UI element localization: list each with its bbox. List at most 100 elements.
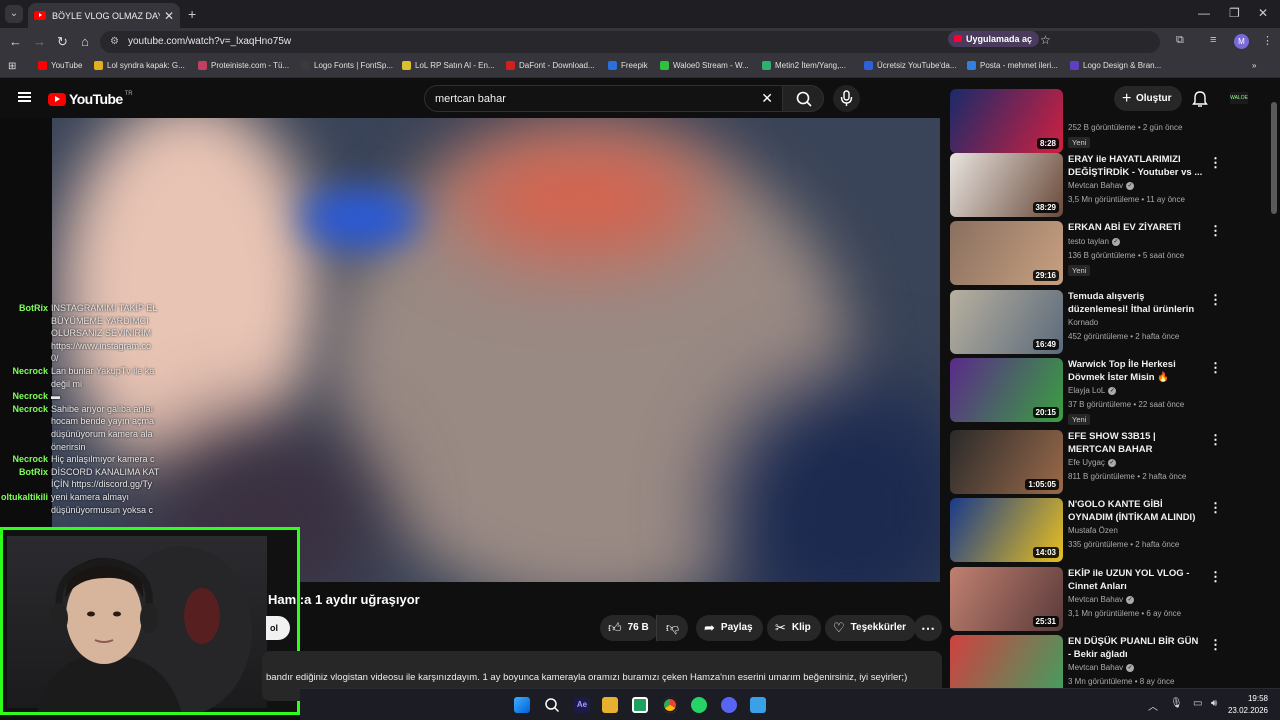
more-actions-button[interactable]: ⋯ bbox=[914, 615, 942, 641]
active-tab[interactable]: BÖYLE VLOG OLMAZ DAYI MISIN ✕ bbox=[28, 3, 180, 28]
chrome-icon[interactable] bbox=[662, 697, 678, 713]
extensions-icon[interactable]: ⧉ bbox=[1176, 34, 1184, 47]
share-button[interactable]: ➦ Paylaş bbox=[696, 615, 763, 641]
hamburger-menu-icon[interactable] bbox=[18, 92, 31, 102]
search-icon[interactable] bbox=[544, 697, 560, 713]
close-tab-icon[interactable]: ✕ bbox=[164, 9, 174, 23]
site-info-icon[interactable]: ⚙ bbox=[110, 36, 119, 47]
video-thumbnail[interactable]: 16:49 bbox=[950, 290, 1063, 354]
search-input[interactable]: mertcan bahar bbox=[435, 93, 506, 105]
recommendation-title[interactable]: ERAY ile HAYATLARIMIZI DEĞİŞTİRDİK - You… bbox=[1068, 153, 1204, 179]
recommendation-card[interactable]: 8:28 252 B görüntüleme • 2 gün önce Yeni bbox=[950, 89, 1270, 153]
close-window-icon[interactable]: ✕ bbox=[1258, 6, 1268, 20]
recommendation-card[interactable]: 14:03 N'GOLO KANTE GİBİ OYNADIM (İNTİKAM … bbox=[950, 498, 1270, 562]
channel-name[interactable]: testo taylan ✓ bbox=[1068, 237, 1120, 246]
recommendation-card[interactable]: 20:15 Warwick Top İle Herkesi Dövmek İste… bbox=[950, 358, 1270, 425]
back-icon[interactable]: ← bbox=[9, 34, 22, 49]
after-effects-icon[interactable]: Ae bbox=[574, 697, 590, 713]
more-options-icon[interactable]: ⋮ bbox=[1209, 569, 1222, 585]
app-icon[interactable] bbox=[632, 697, 648, 713]
search-button[interactable] bbox=[782, 85, 824, 112]
recommendation-card[interactable]: 29:16 ERKAN ABİ EV ZİYARETİ testo taylan ✓ 1… bbox=[950, 221, 1270, 285]
restore-icon[interactable]: ❐ bbox=[1229, 6, 1240, 20]
search-box[interactable]: mertcan bahar ✕ bbox=[424, 85, 784, 112]
recommendation-title[interactable]: N'GOLO KANTE GİBİ OYNADIM (İNTİKAM ALIND… bbox=[1068, 498, 1204, 524]
system-clock[interactable]: 19:58 23.02.2026 bbox=[1228, 693, 1268, 717]
thanks-button[interactable]: ♡ Teşekkürler bbox=[825, 615, 917, 641]
recommendation-card[interactable]: 1:05:05 EFE SHOW S3B15 | MERTCAN BAHAR Efe… bbox=[950, 430, 1270, 494]
tray-mic-icon[interactable]: 🎙︎ bbox=[1170, 698, 1183, 709]
channel-name[interactable]: Kornado bbox=[1068, 318, 1098, 327]
file-explorer-icon[interactable] bbox=[602, 697, 618, 713]
menu-kebab-icon[interactable]: ⋮ bbox=[1262, 34, 1273, 47]
bookmark-item[interactable]: Posta - mehmet ileri... bbox=[967, 61, 1058, 70]
tab-search-dropdown[interactable]: ⌄ bbox=[5, 5, 23, 23]
bookmark-item[interactable]: Freepik bbox=[608, 61, 648, 70]
voice-search-button[interactable] bbox=[833, 85, 860, 112]
more-options-icon[interactable]: ⋮ bbox=[1209, 292, 1222, 308]
channel-name[interactable]: Mevtcan Bahav ✓ bbox=[1068, 663, 1135, 672]
video-thumbnail[interactable]: 20:15 bbox=[950, 358, 1063, 422]
recommendation-title[interactable]: Warwick Top İle Herkesi Dövmek İster Mis… bbox=[1068, 358, 1204, 384]
more-options-icon[interactable]: ⋮ bbox=[1209, 637, 1222, 653]
video-thumbnail[interactable]: 29:16 bbox=[950, 221, 1063, 285]
tray-volume-icon[interactable]: 🔊︎ bbox=[1211, 698, 1217, 709]
scrollbar-thumb[interactable] bbox=[1271, 102, 1277, 214]
tray-chevron-icon[interactable]: ︿ bbox=[1148, 698, 1158, 713]
url-text[interactable]: youtube.com/watch?v=_lxaqHno75w bbox=[128, 36, 291, 47]
channel-name[interactable]: Efe Uygaç ✓ bbox=[1068, 458, 1116, 467]
clear-search-icon[interactable]: ✕ bbox=[761, 90, 773, 107]
bookmark-item[interactable]: Waloe0 Stream - W... bbox=[660, 61, 749, 70]
profile-avatar[interactable]: M bbox=[1234, 34, 1249, 49]
bookmark-item[interactable]: DaFont - Download... bbox=[506, 61, 595, 70]
recommendation-title[interactable]: EFE SHOW S3B15 | MERTCAN BAHAR bbox=[1068, 430, 1204, 456]
forward-icon[interactable]: → bbox=[33, 34, 46, 49]
apps-grid-icon[interactable]: ⊞ bbox=[8, 61, 16, 72]
more-options-icon[interactable]: ⋮ bbox=[1209, 500, 1222, 516]
video-thumbnail[interactable]: 25:31 bbox=[950, 567, 1063, 631]
channel-name[interactable]: Mevtcan Bahav ✓ bbox=[1068, 181, 1135, 190]
whatsapp-icon[interactable] bbox=[691, 697, 707, 713]
bookmarks-overflow-icon[interactable]: » bbox=[1252, 61, 1256, 70]
more-options-icon[interactable]: ⋮ bbox=[1209, 432, 1222, 448]
video-thumbnail[interactable]: 1:05:05 bbox=[950, 430, 1063, 494]
minimize-icon[interactable]: — bbox=[1198, 6, 1210, 20]
notepad-icon[interactable] bbox=[750, 697, 766, 713]
open-in-app-button[interactable]: Uygulamada aç bbox=[948, 31, 1040, 47]
subscribe-button[interactable]: ol bbox=[266, 616, 290, 640]
clip-button[interactable]: ✂ Klip bbox=[767, 615, 821, 641]
recommendation-card[interactable]: 16:49 Temuda alışveriş düzenlemesi! İthal… bbox=[950, 290, 1270, 354]
recommendation-title[interactable]: EN DÜŞÜK PUANLI BİR GÜN - Bekir ağladı bbox=[1068, 635, 1204, 661]
page-scrollbar[interactable] bbox=[1270, 100, 1278, 700]
windows-start-icon[interactable] bbox=[514, 697, 530, 713]
recommendation-card[interactable]: 25:31 EKİP ile UZUN YOL VLOG - Cinnet Anl… bbox=[950, 567, 1270, 631]
bookmark-star-icon[interactable]: ☆ bbox=[1040, 33, 1051, 47]
dislike-button[interactable]: 👎︎ bbox=[656, 615, 688, 641]
bookmark-item[interactable]: YouTube bbox=[38, 61, 82, 70]
bookmark-item[interactable]: LoL RP Satın Al - En... bbox=[402, 61, 495, 70]
recommendation-title[interactable]: ERKAN ABİ EV ZİYARETİ bbox=[1068, 221, 1204, 234]
bookmark-item[interactable]: Proteiniste.com - Tü... bbox=[198, 61, 289, 70]
more-options-icon[interactable]: ⋮ bbox=[1209, 223, 1222, 239]
media-control-icon[interactable]: ≡ bbox=[1210, 34, 1216, 46]
discord-icon[interactable] bbox=[721, 697, 737, 713]
recommendation-title[interactable]: EKİP ile UZUN YOL VLOG - Cinnet Anları bbox=[1068, 567, 1204, 593]
video-thumbnail[interactable]: 8:28 bbox=[950, 89, 1063, 153]
bookmark-item[interactable]: Logo Design & Bran... bbox=[1070, 61, 1161, 70]
new-tab-button[interactable]: + bbox=[188, 6, 196, 22]
more-options-icon[interactable]: ⋮ bbox=[1209, 155, 1222, 171]
youtube-logo[interactable]: YouTube TR bbox=[48, 91, 133, 107]
video-thumbnail[interactable]: 38:29 bbox=[950, 153, 1063, 217]
more-options-icon[interactable]: ⋮ bbox=[1209, 360, 1222, 376]
like-button[interactable]: 👍︎ 76 B bbox=[600, 615, 659, 641]
bookmark-item[interactable]: Ücretsiz YouTube'da... bbox=[864, 61, 957, 70]
home-icon[interactable]: ⌂ bbox=[81, 34, 89, 49]
video-thumbnail[interactable]: 14:03 bbox=[950, 498, 1063, 562]
channel-name[interactable]: Mevtcan Bahav ✓ bbox=[1068, 595, 1135, 604]
tray-display-icon[interactable]: ▭ bbox=[1193, 698, 1202, 709]
recommendation-card[interactable]: 38:29 ERAY ile HAYATLARIMIZI DEĞİŞTİRDİK … bbox=[950, 153, 1270, 217]
recommendation-title[interactable]: Temuda alışveriş düzenlemesi! İthal ürün… bbox=[1068, 290, 1204, 317]
channel-name[interactable]: Mustafa Özen bbox=[1068, 526, 1118, 535]
channel-name[interactable]: Elayja LoL ✓ bbox=[1068, 386, 1117, 395]
bookmark-item[interactable]: Metin2 İtem/Yang,... bbox=[762, 61, 846, 70]
